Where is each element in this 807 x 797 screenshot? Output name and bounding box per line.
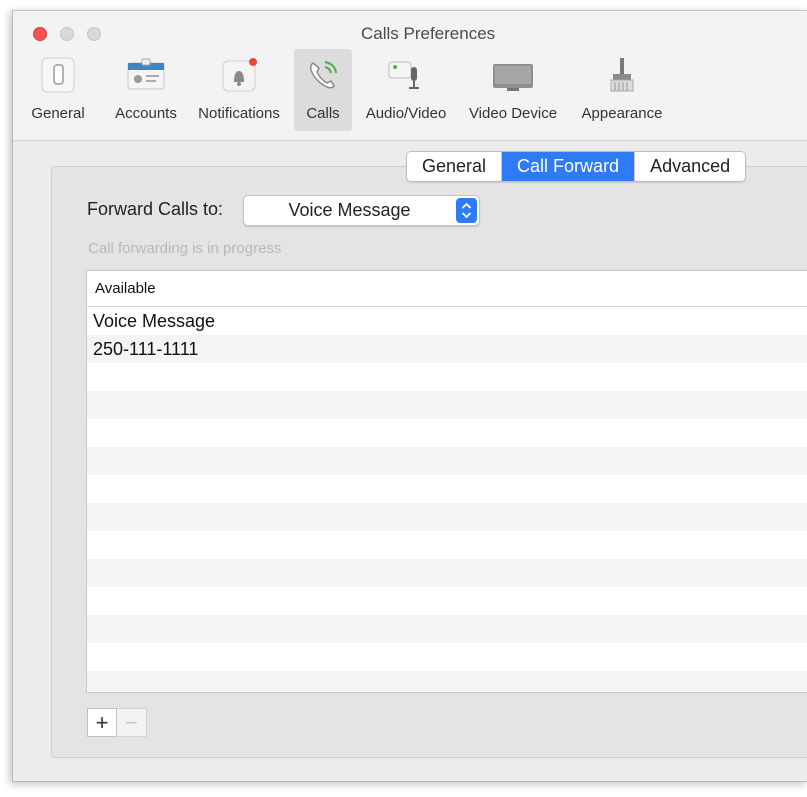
empty-row: [87, 559, 807, 587]
toolbar-accounts[interactable]: Accounts: [106, 49, 186, 131]
table-row[interactable]: Voice Message: [87, 307, 807, 335]
toolbar-audio-video[interactable]: Audio/Video: [357, 49, 455, 131]
toolbar-general-label: General: [31, 105, 85, 122]
empty-row: [87, 587, 807, 615]
empty-row: [87, 447, 807, 475]
remove-button[interactable]: −: [117, 708, 147, 737]
add-remove-buttons: + −: [87, 708, 147, 737]
tab-advanced[interactable]: Advanced: [635, 152, 746, 181]
toolbar-video-device-label: Video Device: [468, 105, 558, 122]
phone-call-icon: [303, 55, 343, 95]
empty-row: [87, 419, 807, 447]
toolbar-video-device[interactable]: Video Device: [459, 49, 567, 131]
table-row[interactable]: 250-111-1111: [87, 335, 807, 363]
toolbar-appearance[interactable]: Appearance: [573, 49, 671, 131]
add-button[interactable]: +: [87, 708, 117, 737]
empty-row: [87, 671, 807, 692]
empty-row: [87, 615, 807, 643]
toolbar-notifications-label: Notifications: [198, 105, 280, 122]
tab-general[interactable]: General: [407, 152, 503, 181]
table-header[interactable]: Available: [87, 271, 807, 307]
forward-calls-value: Voice Message: [288, 200, 411, 220]
toolbar-calls[interactable]: Calls: [294, 49, 352, 131]
available-table: Available Voice Message 250-111-1111: [86, 270, 807, 693]
video-device-icon: [493, 55, 533, 95]
tab-call-forward[interactable]: Call Forward: [502, 152, 636, 181]
empty-row: [87, 391, 807, 419]
toolbar-general[interactable]: General: [25, 49, 91, 131]
window-title: Calls Preferences: [361, 24, 496, 43]
title-bar: Calls Preferences General Accounts Notif…: [13, 11, 807, 141]
forward-calls-label: Forward Calls to:: [87, 199, 224, 219]
brush-icon: [602, 55, 642, 95]
empty-row: [87, 643, 807, 671]
phone-device-icon: [38, 55, 78, 95]
empty-row: [87, 363, 807, 391]
forwarding-status: Call forwarding is in progress: [88, 240, 282, 257]
preferences-window: Calls Preferences General Accounts Notif…: [12, 10, 807, 782]
empty-row: [87, 503, 807, 531]
toolbar-notifications[interactable]: Notifications: [189, 49, 289, 131]
forward-calls-select[interactable]: Voice Message: [243, 195, 480, 226]
empty-row: [87, 531, 807, 559]
bell-icon: [219, 55, 259, 95]
empty-row: [87, 475, 807, 503]
tab-bar: General Call Forward Advanced: [406, 151, 747, 182]
toolbar-accounts-label: Accounts: [115, 105, 177, 122]
toolbar-appearance-label: Appearance: [581, 105, 663, 122]
toolbar-audio-video-label: Audio/Video: [365, 105, 447, 122]
select-stepper-icon: [456, 198, 477, 223]
camera-mic-icon: [386, 55, 426, 95]
toolbar-calls-label: Calls: [306, 105, 340, 122]
id-card-icon: [126, 55, 166, 95]
